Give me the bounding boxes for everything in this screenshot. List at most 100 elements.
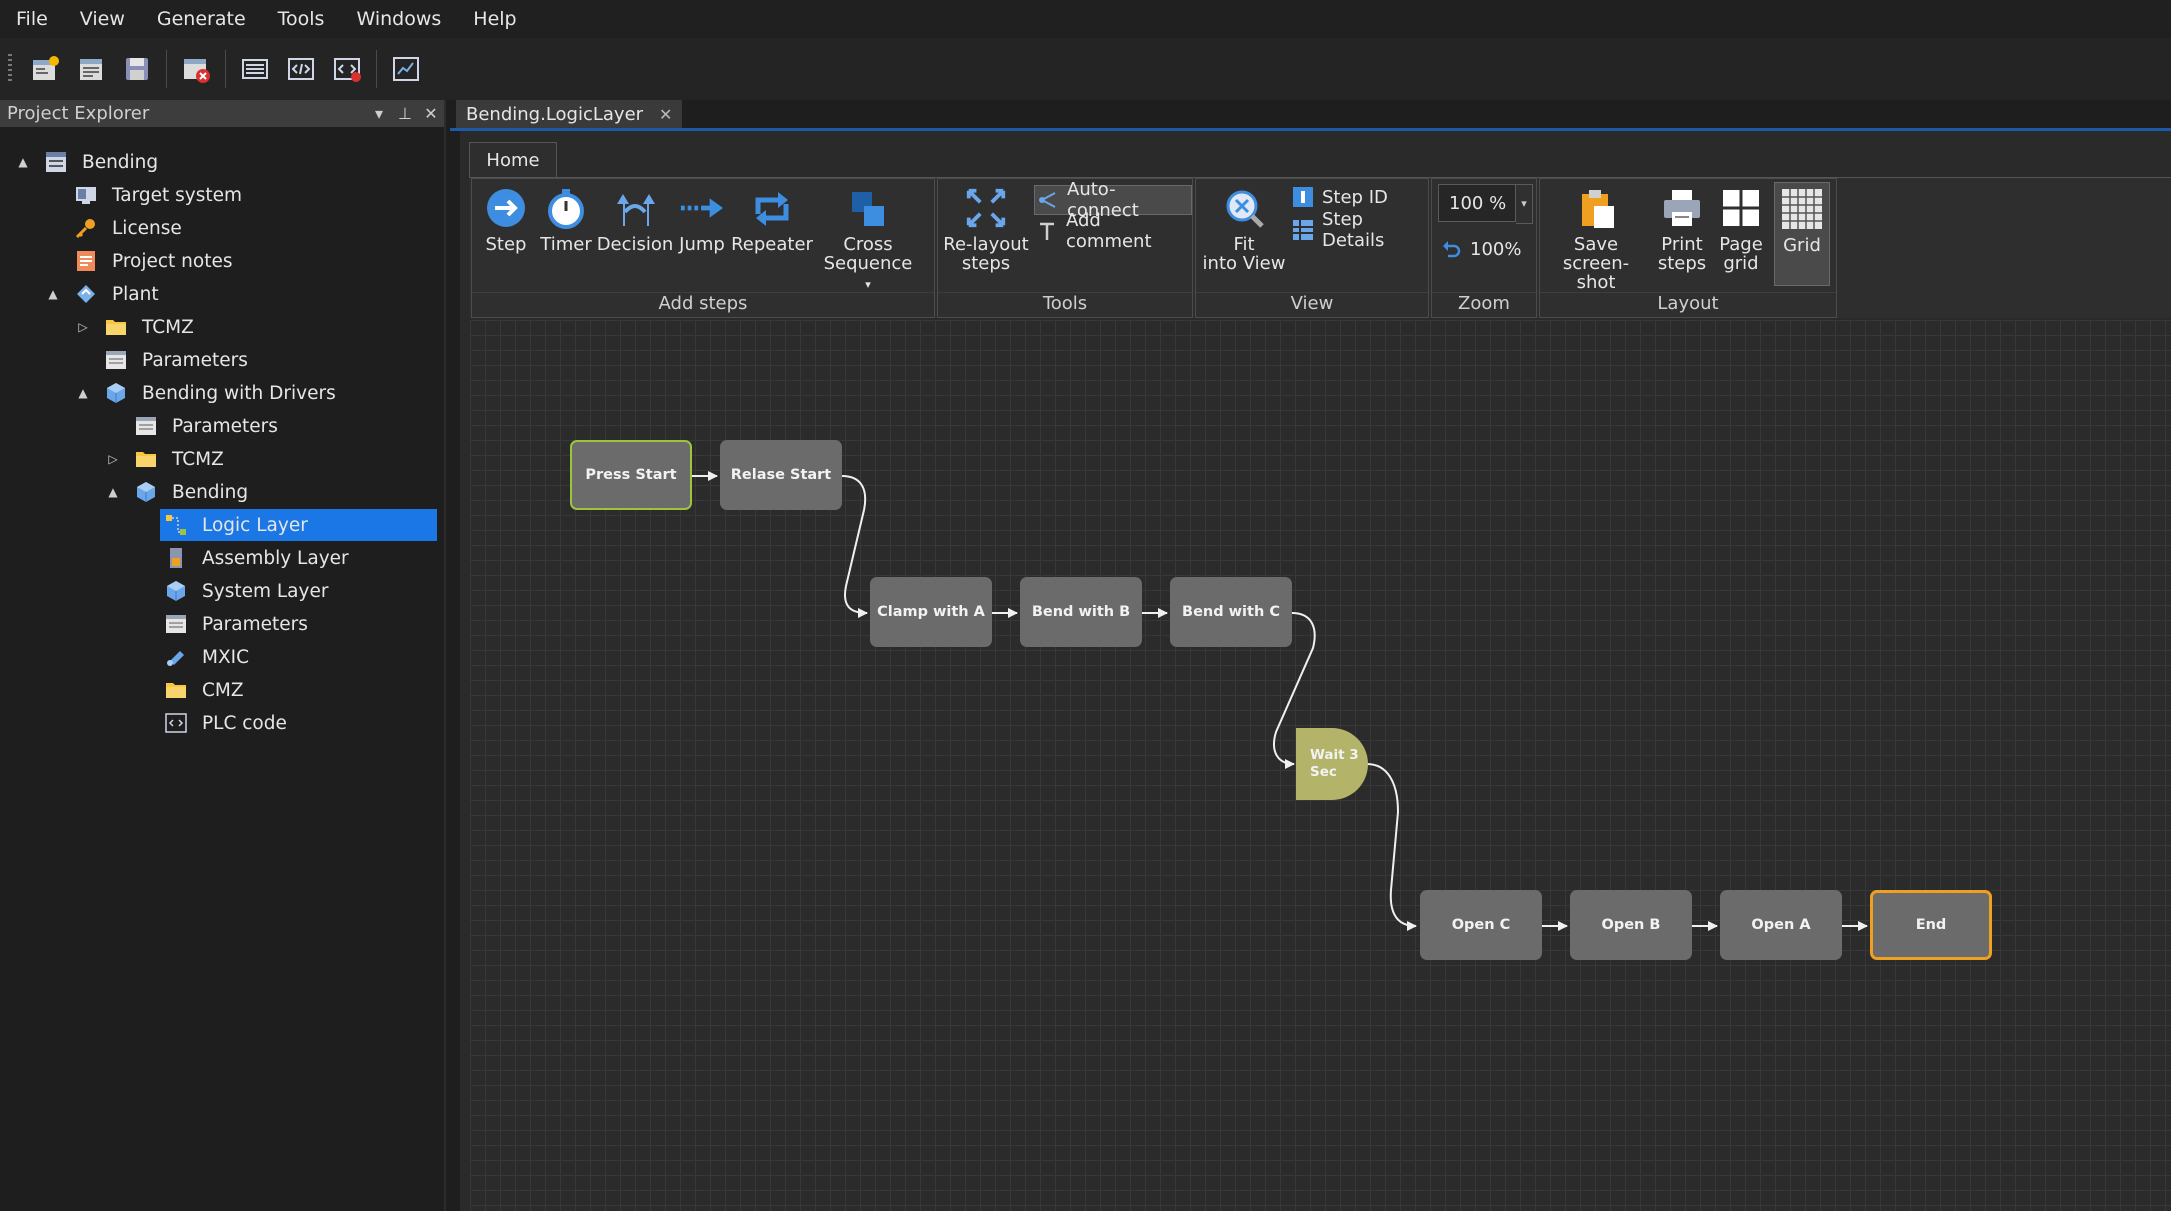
open-project-button[interactable] xyxy=(72,50,110,88)
mxic-icon xyxy=(164,645,188,669)
step-clamp-with-a[interactable]: Clamp with A xyxy=(870,577,992,647)
ribbon-group-add-steps: Step Timer Decision Jump Repeater Cross xyxy=(471,178,935,318)
print-steps-button[interactable]: Print steps xyxy=(1652,185,1712,273)
tree-item-parameters[interactable]: Parameters xyxy=(160,608,308,640)
tree-item-target-system[interactable]: Target system xyxy=(46,179,242,211)
step-open-a[interactable]: Open A xyxy=(1720,890,1842,960)
tree-item-bending-with-drivers[interactable]: ▲ Bending with Drivers xyxy=(76,377,335,409)
step-id-toggle[interactable]: Step ID xyxy=(1292,183,1388,211)
panel-icon xyxy=(242,59,268,79)
tree-item-bending[interactable]: ▲ Bending xyxy=(106,476,248,508)
relayout-steps-button[interactable]: Re-layout steps xyxy=(942,185,1030,273)
zoom-level-select[interactable]: 100 % xyxy=(1438,184,1516,222)
tree-item-logic-layer[interactable]: Logic Layer xyxy=(160,509,437,541)
tree-item-project-notes[interactable]: Project notes xyxy=(46,245,233,277)
page-grid-button[interactable]: Page grid xyxy=(1714,185,1768,273)
code-error-button[interactable] xyxy=(328,50,366,88)
collapse-icon[interactable]: ▲ xyxy=(46,287,60,301)
tree-item-plant[interactable]: ▲ Plant xyxy=(46,278,158,310)
menu-windows[interactable]: Windows xyxy=(340,0,457,38)
step-label: Relase Start xyxy=(730,467,832,483)
fit-into-view-button[interactable]: Fit into View xyxy=(1200,185,1288,273)
clipboard-icon xyxy=(1582,190,1614,228)
panel-button[interactable] xyxy=(236,50,274,88)
pane-dropdown-icon[interactable]: ▾ xyxy=(366,104,392,123)
collapse-icon[interactable]: ▲ xyxy=(106,485,120,499)
step-relase-start[interactable]: Relase Start xyxy=(720,440,842,510)
timer-button[interactable]: Timer xyxy=(538,185,594,254)
tree-item-parameters[interactable]: Parameters xyxy=(106,410,278,442)
tree-item-bending[interactable]: ▲ Bending xyxy=(16,146,158,178)
menu-generate[interactable]: Generate xyxy=(141,0,262,38)
zoom-reset-button[interactable]: 100% xyxy=(1440,235,1521,263)
ribbon-tab-home[interactable]: Home xyxy=(469,142,557,178)
ribbon: Step Timer Decision Jump Repeater Cross xyxy=(469,177,2171,318)
step-open-c[interactable]: Open C xyxy=(1420,890,1542,960)
connection-relase-start-clamp-with-a[interactable] xyxy=(841,475,868,618)
parameters-icon xyxy=(134,414,158,438)
folder-icon xyxy=(134,447,158,471)
decision-button[interactable]: Decision xyxy=(597,185,673,254)
tree-item-system-layer[interactable]: System Layer xyxy=(160,575,328,607)
new-project-button[interactable] xyxy=(26,50,64,88)
relayout-icon xyxy=(966,188,1006,228)
collapse-icon[interactable]: ▲ xyxy=(76,386,90,400)
add-steps-group-label: Add steps xyxy=(472,292,934,317)
step-bend-with-b[interactable]: Bend with B xyxy=(1020,577,1142,647)
step-details-toggle[interactable]: Step Details xyxy=(1292,209,1428,251)
tree-item-mxic[interactable]: MXIC xyxy=(160,641,249,673)
repeater-icon xyxy=(755,192,789,226)
step-label: Press Start xyxy=(585,467,677,483)
tab-close-icon[interactable]: ✕ xyxy=(659,105,672,124)
collapse-icon[interactable]: ▲ xyxy=(16,155,30,169)
expand-icon[interactable]: ▷ xyxy=(106,452,120,466)
step-open-b[interactable]: Open B xyxy=(1570,890,1692,960)
step-bend-with-c[interactable]: Bend with C xyxy=(1170,577,1292,647)
tree-item-parameters[interactable]: Parameters xyxy=(76,344,248,376)
step-end[interactable]: End xyxy=(1870,890,1992,960)
tree-item-license[interactable]: License xyxy=(46,212,182,244)
plc-code-icon xyxy=(164,711,188,735)
toolbar-grip[interactable] xyxy=(8,54,12,84)
repeater-button[interactable]: Repeater xyxy=(731,185,813,254)
save-button[interactable] xyxy=(118,50,156,88)
folder-icon xyxy=(104,315,128,339)
menu-file[interactable]: File xyxy=(0,0,64,38)
ribbon-group-zoom: 100 % ▾ 100% Zoom xyxy=(1431,178,1537,318)
pin-icon[interactable]: ⊥ xyxy=(392,104,418,123)
close-project-button[interactable] xyxy=(177,50,215,88)
save-screenshot-button[interactable]: Save screen-shot xyxy=(1544,185,1648,292)
tab-bending-logic-layer[interactable]: Bending.LogicLayer ✕ xyxy=(456,100,683,128)
jump-button[interactable]: Jump xyxy=(672,185,732,254)
cross-sequence-button[interactable]: Cross Sequence ▾ xyxy=(818,185,918,294)
zoom-dropdown-icon[interactable]: ▾ xyxy=(1516,184,1533,224)
connection-wait-3-sec-open-c[interactable] xyxy=(1366,763,1417,931)
code-button[interactable] xyxy=(282,50,320,88)
tree-item-cmz[interactable]: CMZ xyxy=(160,674,244,706)
grid-toggle[interactable]: Grid xyxy=(1774,182,1830,286)
flow-canvas[interactable]: Press Start Relase Start Clamp with A Be… xyxy=(470,320,2171,1211)
menu-help[interactable]: Help xyxy=(457,0,532,38)
pane-close-icon[interactable]: ✕ xyxy=(418,104,444,123)
page-grid-icon xyxy=(1723,190,1759,226)
project-icon xyxy=(44,150,68,174)
tree-item-assembly-layer[interactable]: Assembly Layer xyxy=(160,542,349,574)
chart-button[interactable] xyxy=(387,50,425,88)
grid-label: Grid xyxy=(1783,235,1821,256)
decision-label: Decision xyxy=(596,234,674,255)
tree-item-label: PLC code xyxy=(202,712,287,734)
menu-view[interactable]: View xyxy=(64,0,141,38)
expand-icon[interactable]: ▷ xyxy=(76,320,90,334)
step-press-start[interactable]: Press Start xyxy=(570,440,692,510)
tree-item-tcmz[interactable]: ▷ TCMZ xyxy=(76,311,193,343)
relayout-label-2: steps xyxy=(961,253,1011,274)
new-project-icon xyxy=(33,56,59,80)
menu-tools[interactable]: Tools xyxy=(262,0,341,38)
code-icon xyxy=(288,58,314,80)
text-icon xyxy=(1040,222,1054,240)
tree-item-tcmz[interactable]: ▷ TCMZ xyxy=(106,443,223,475)
tree-item-plc-code[interactable]: PLC code xyxy=(160,707,287,739)
timer-step-wait-3-sec[interactable]: Wait 3 Sec xyxy=(1296,728,1368,800)
add-comment-button[interactable]: Add comment xyxy=(1036,210,1192,252)
step-button[interactable]: Step xyxy=(478,185,534,254)
